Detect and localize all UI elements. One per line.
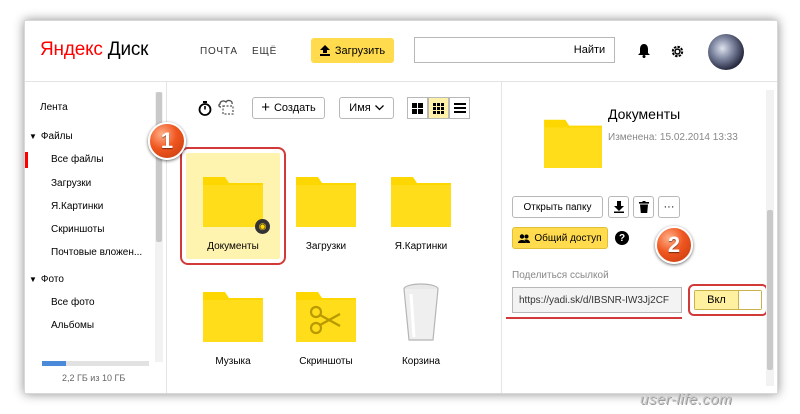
sidebar-section-files-label: Файлы [40, 131, 73, 142]
search-button[interactable]: Найти [565, 37, 615, 63]
panel-modified-date: Изменена: 15.02.2014 13:33 [608, 132, 738, 143]
sidebar-section-files[interactable]: ▼ Файлы [29, 131, 73, 142]
annotation-badge-1: 1 [148, 122, 186, 160]
file-item-documents[interactable]: ◉ Документы [180, 147, 286, 265]
nav-mail[interactable]: ПОЧТА [200, 46, 238, 57]
triangle-down-icon: ▼ [29, 275, 37, 284]
sidebar: Лента ▼ Файлы Все файлы Загрузки Я.Картин… [25, 82, 167, 393]
folder-icon [203, 292, 263, 342]
details-panel: Документы Изменена: 15.02.2014 13:33 Отк… [501, 82, 777, 393]
file-item-pictures[interactable]: Я.Картинки [374, 153, 468, 259]
view-list-button[interactable] [449, 97, 470, 119]
avatar[interactable] [708, 34, 744, 70]
shared-access-button[interactable]: Общий доступ [512, 227, 608, 249]
folder-preview-icon [544, 119, 602, 168]
file-item-label: Загрузки [305, 241, 347, 252]
shared-access-label: Общий доступ [534, 232, 602, 244]
share-toggle-highlight: Вкл [688, 284, 768, 316]
quota-text: 2,2 ГБ из 10 ГБ [62, 373, 126, 383]
file-item-label: Я.Картинки [394, 241, 448, 252]
download-button[interactable] [608, 196, 629, 218]
upload-button[interactable]: Загрузить [311, 38, 394, 63]
file-item-label: Музыка [215, 356, 251, 367]
watermark-text: user-life.com [640, 391, 733, 408]
sidebar-item-all-photos[interactable]: Все фото [51, 297, 95, 308]
file-browser: + Создать Имя ◉ Документы Загрузки Я.Кар… [167, 82, 500, 393]
upload-icon [319, 45, 330, 56]
sidebar-item-mail-attachments[interactable]: Почтовые вложен... [51, 247, 142, 258]
share-toggle-label: Вкл [695, 291, 738, 309]
sidebar-item-downloads[interactable]: Загрузки [51, 178, 91, 189]
search-input[interactable] [414, 37, 567, 63]
open-folder-button[interactable]: Открыть папку [512, 196, 603, 218]
sidebar-item-feed[interactable]: Лента [40, 102, 68, 113]
file-item-label: Корзина [401, 356, 441, 367]
app-window: Яндекс Диск ПОЧТА ЕЩЁ Загрузить Найти Ле… [24, 20, 778, 394]
users-icon [518, 233, 531, 243]
logo-brand: Яндекс [40, 39, 103, 60]
header: Яндекс Диск ПОЧТА ЕЩЁ Загрузить Найти [25, 21, 777, 82]
file-item-downloads[interactable]: Загрузки [279, 153, 373, 259]
grid-small-icon [433, 102, 444, 114]
folder-scissors-icon [296, 292, 356, 342]
share-toggle-knob[interactable] [738, 291, 761, 309]
chevron-down-icon [374, 105, 384, 111]
download-icon [613, 201, 624, 213]
sidebar-item-all-files[interactable]: Все файлы [25, 152, 103, 168]
grid-large-icon [412, 102, 423, 114]
sidebar-item-albums[interactable]: Альбомы [51, 320, 94, 331]
sidebar-item-pictures[interactable]: Я.Картинки [51, 201, 103, 212]
file-item-label: Документы [207, 241, 259, 252]
more-button[interactable]: ··· [658, 196, 680, 218]
bell-icon[interactable] [637, 43, 651, 59]
share-toggle[interactable]: Вкл [694, 290, 762, 310]
help-icon[interactable]: ? [615, 231, 629, 245]
sidebar-section-photo[interactable]: ▼ Фото [29, 274, 64, 285]
trash-bin-icon [403, 283, 439, 341]
logo[interactable]: Яндекс Диск [40, 39, 148, 61]
panel-scrollbar[interactable] [766, 90, 774, 386]
delete-button[interactable] [633, 196, 654, 218]
quota-bar [42, 361, 149, 366]
stopwatch-icon[interactable] [197, 100, 213, 116]
annotation-badge-2: 2 [655, 226, 693, 264]
folder-icon [296, 177, 356, 227]
list-icon [453, 103, 466, 113]
view-small-icons-button[interactable] [428, 97, 449, 119]
sidebar-scroll-thumb[interactable] [156, 92, 162, 242]
gear-icon[interactable] [669, 43, 685, 59]
panel-title: Документы [608, 106, 681, 122]
sort-dropdown[interactable]: Имя [339, 97, 394, 119]
sidebar-section-photo-label: Фото [40, 274, 64, 285]
file-item-label: Скриншоты [299, 356, 353, 367]
folder-icon [203, 177, 263, 227]
folder-icon [391, 177, 451, 227]
trash-icon [638, 201, 649, 213]
file-item-screenshots[interactable]: Скриншоты [279, 268, 373, 374]
upload-label: Загрузить [334, 44, 386, 57]
file-item-trash[interactable]: Корзина [374, 268, 468, 374]
share-url-field[interactable]: https://yadi.sk/d/IBSNR-IW3Jj2CF [512, 287, 682, 313]
plus-icon: + [261, 99, 270, 116]
create-label: Создать [273, 102, 316, 114]
file-item-music[interactable]: Музыка [186, 268, 280, 374]
share-link-label: Поделиться ссылкой [512, 270, 609, 281]
shared-badge-icon: ◉ [255, 219, 270, 234]
sidebar-item-screenshots[interactable]: Скриншоты [51, 224, 104, 235]
create-button[interactable]: + Создать [252, 97, 325, 119]
triangle-down-icon: ▼ [29, 132, 37, 141]
logo-product: Диск [107, 39, 149, 60]
watermark: user-life.com [640, 391, 732, 408]
url-highlight-underline [506, 317, 682, 319]
nav-more[interactable]: ЕЩЁ [252, 46, 277, 57]
quota-bar-fill [42, 361, 66, 366]
panel-scroll-thumb[interactable] [767, 210, 773, 370]
cloud-select-icon[interactable] [217, 98, 237, 116]
view-large-icons-button[interactable] [407, 97, 428, 119]
sort-label: Имя [349, 102, 371, 114]
